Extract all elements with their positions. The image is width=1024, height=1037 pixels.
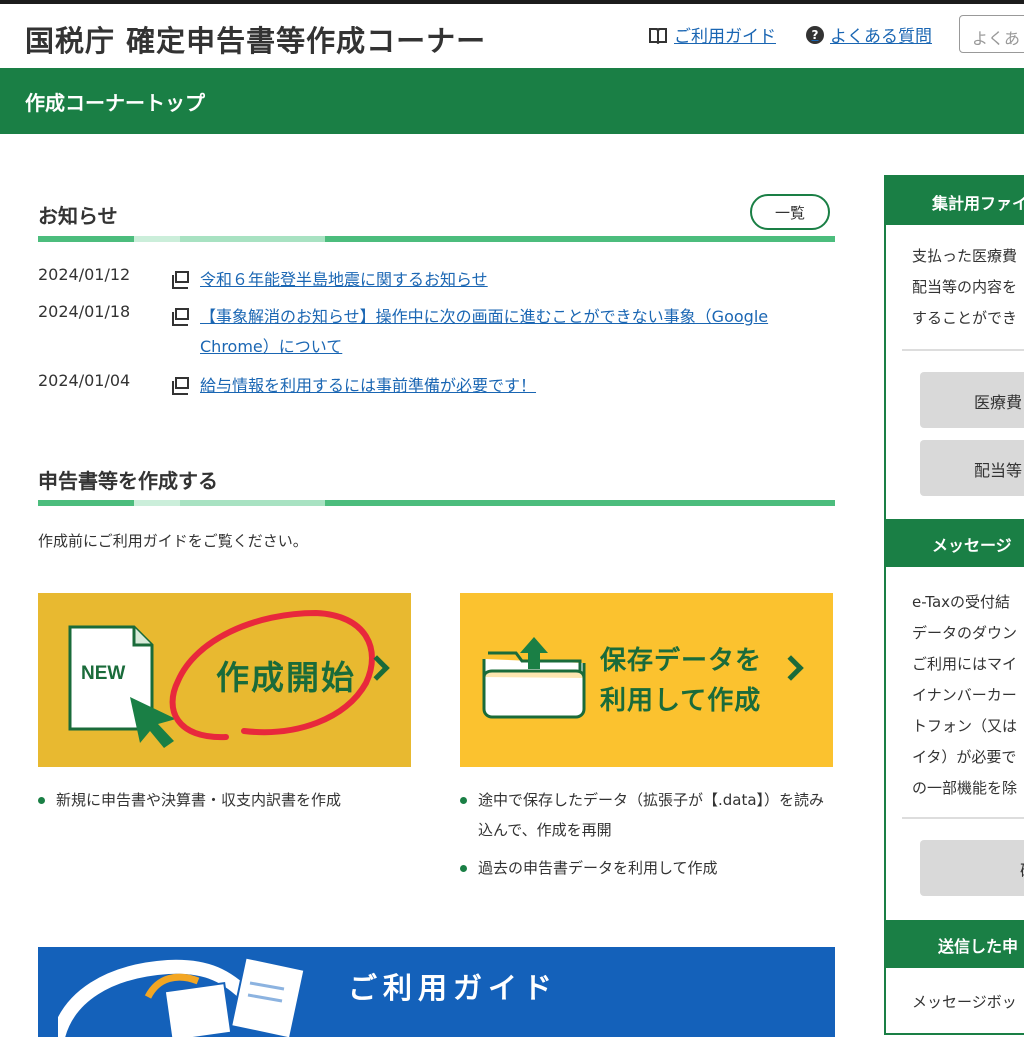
load-label-line1: 保存データを [600,646,763,676]
folder-upload-icon [482,637,586,719]
nav-title[interactable]: 作成コーナートップ [25,87,205,116]
news-date: 2024/01/12 [38,265,131,284]
create-start-label: 作成開始 [216,658,356,697]
create-start-bullets: 新規に申告書や決算書・収支内訳書を作成 [38,785,411,815]
news-link[interactable]: 令和６年能登半島地震に関するお知らせ [200,265,820,295]
news-link[interactable]: 給与情報を利用するには事前準備が必要です！ [200,371,820,401]
sidebar-text: 支払った医療費 配当等の内容を することができ [912,247,1018,327]
divider [902,817,1024,819]
sidebar-head-messages: メッセージ [886,519,1024,567]
chevron-right-icon [778,655,804,681]
load-label-line2: 利用して作成 [600,686,762,716]
search-input[interactable]: よくあ [959,15,1024,53]
news-list-button[interactable]: 一覧 [750,194,830,230]
create-intro: 作成前にご利用ガイドをご覧ください。 [38,532,308,550]
bullet-item: 過去の申告書データを利用して作成 [460,853,835,883]
guide-illustration [58,957,306,1037]
news-link[interactable]: 【事象解消のお知らせ】操作中に次の画面に進むことができない事象（Google C… [200,302,820,362]
new-window-icon [172,271,189,289]
bullet-item: 途中で保存したデータ（拡張子が【.data】）を読み込んで、作成を再開 [460,785,835,845]
sidebar-head-sent: 送信した申 [886,920,1024,968]
new-window-icon [172,377,189,395]
guide-link[interactable]: ご利用ガイド [648,22,776,47]
news-heading: お知らせ [38,204,118,228]
news-date: 2024/01/04 [38,371,131,390]
divider [902,349,1024,351]
create-rule [38,500,835,506]
new-window-icon [172,308,189,326]
news-rule [38,236,835,242]
faq-link[interactable]: ? よくある質問 [806,22,932,47]
nav-bar: 作成コーナートップ [0,68,1024,134]
bullet-item: 新規に申告書や決算書・収支内訳書を作成 [38,785,411,815]
sidebar-head-summary-files: 集計用ファイ [886,177,1024,225]
load-saved-data-label: 保存データを 利用して作成 [600,641,762,721]
right-sidebar: 集計用ファイ 支払った医療費 配当等の内容を することができ 医療費 配当等 メ… [884,175,1024,1035]
confirm-button[interactable]: 確 [920,840,1024,896]
question-icon: ? [806,25,824,44]
create-start-button[interactable]: NEW 作成開始 [38,593,411,767]
dividend-button[interactable]: 配当等 [920,440,1024,496]
news-date: 2024/01/18 [38,302,131,321]
medical-expense-button[interactable]: 医療費 [920,372,1024,428]
guide-banner-title: ご利用ガイド [348,971,559,1005]
new-badge: NEW [81,663,125,684]
guide-link-label[interactable]: ご利用ガイド [674,22,776,47]
top-border [0,0,1024,4]
load-saved-data-button[interactable]: 保存データを 利用して作成 [460,593,833,767]
sidebar-text: e-Taxの受付結 データのダウン ご利用にはマイ イナンバーカー トフォン（又… [912,593,1018,797]
book-icon [649,27,667,44]
site-title[interactable]: 国税庁 確定申告書等作成コーナー [25,18,486,60]
sidebar-text: メッセージボッ [912,993,1017,1011]
create-heading: 申告書等を作成する [38,469,218,493]
load-bullets: 途中で保存したデータ（拡張子が【.data】）を読み込んで、作成を再開 過去の申… [460,785,835,883]
faq-link-label[interactable]: よくある質問 [830,22,932,47]
